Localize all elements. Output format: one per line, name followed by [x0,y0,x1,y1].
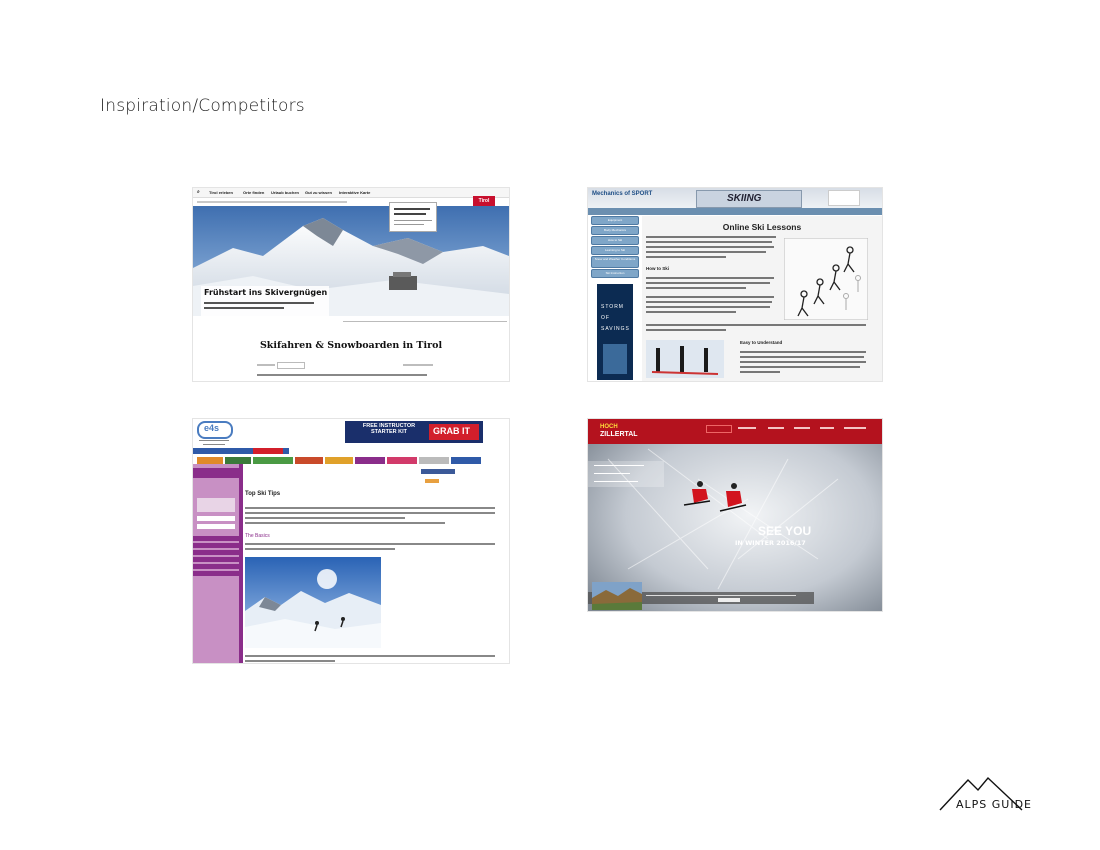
mos-subheading: How to Ski [646,266,670,271]
tirol-breadcrumb [193,198,509,206]
mos-ad-text: STORM OF SAVINGS [601,304,630,332]
tirol-hero-title: Frühstart ins Skivergnügen [204,288,328,297]
mos-nav-bar [588,208,882,215]
brand-name: ALPS GUIDE [956,798,1033,811]
mos-ad: STORM OF SAVINGS [597,284,633,380]
e4s-article-title: Top Ski Tips [245,491,281,497]
e4s-sidebar [193,464,239,663]
zillertal-dropdown [588,461,664,487]
search-icon: ⌕ [197,189,200,195]
like-button [421,469,455,474]
page-title: Inspiration/Competitors [100,96,305,116]
mos-sidebar-item: Equipment [591,216,639,225]
share-buttons [277,362,305,369]
e4s-article-subtitle: The Basics [245,533,270,539]
screenshot-mechanics-of-sport: Mechanics of SPORT SKIING Equipment Body… [587,187,883,382]
mos-subheading: Easy to Understand [740,340,783,345]
tirol-popup [389,202,437,232]
zillertal-thumbnail [592,582,642,610]
mos-page-title: Online Ski Lessons [722,222,802,232]
zillertal-subheadline: IN WINTER 2016/17 [735,539,806,547]
zillertal-nav-item [706,425,732,433]
e4s-banner-cta: GRAB IT [433,426,470,436]
e4s-ad-banner: FREE INSTRUCTOR STARTER KIT GRAB IT [345,421,483,443]
mos-sidebar-item: Snow and Weather Conditions [591,256,639,268]
mos-header: Mechanics of SPORT SKIING [588,188,882,208]
mos-sidebar-item: Ski Instruction [591,269,639,278]
e4s-tab-bar [193,457,509,464]
mos-banner-title: SKIING [727,193,762,204]
share-button [425,479,439,483]
mos-sidebar-item: Learning to Ski [591,246,639,255]
zillertal-logo-top: HOCH [600,424,618,430]
tirol-nav-item: Orte finden [243,190,265,195]
tirol-nav-item: Gut zu wissen [305,190,332,195]
zillertal-logo-main: ZILLERTAL [600,431,638,438]
screenshot-e4s: e4s FREE INSTRUCTOR STARTER KIT GRAB IT [192,418,510,664]
tirol-logo: Tirol [473,196,495,206]
tirol-page-heading: Skifahren & Snowboarden in Tirol [259,340,443,351]
e4s-banner-text: FREE INSTRUCTOR STARTER KIT [362,423,416,435]
mos-ski-diagram [784,238,868,320]
mos-sidebar-item: Body Mechanics [591,226,639,235]
mos-sidebar-item: How to Ski [591,236,639,245]
e4s-logo: e4s [204,423,220,433]
e4s-ski-photo [245,557,381,648]
zillertal-headline: SEE YOU [758,524,812,538]
screenshot-zillertal: HOCH ZILLERTAL SEE YOU IN WINTER 2016/17 [587,418,883,612]
tirol-hero-caption: Frühstart ins Skivergnügen [201,286,329,316]
mos-logo: Mechanics of SPORT [592,191,653,197]
screenshot-tirol: ⌕ Tirol erleben Orte finden Urlaub buche… [192,187,510,382]
mos-ad-badge [828,190,860,206]
tirol-nav: ⌕ Tirol erleben Orte finden Urlaub buche… [193,188,509,198]
tirol-nav-item: Urlaub buchen [271,190,300,195]
tirol-nav-item: Tirol erleben [209,190,233,195]
mos-skier-photo [646,340,724,378]
tirol-nav-item: Interaktive Karte [339,190,371,195]
zillertal-header: HOCH ZILLERTAL [588,419,882,444]
